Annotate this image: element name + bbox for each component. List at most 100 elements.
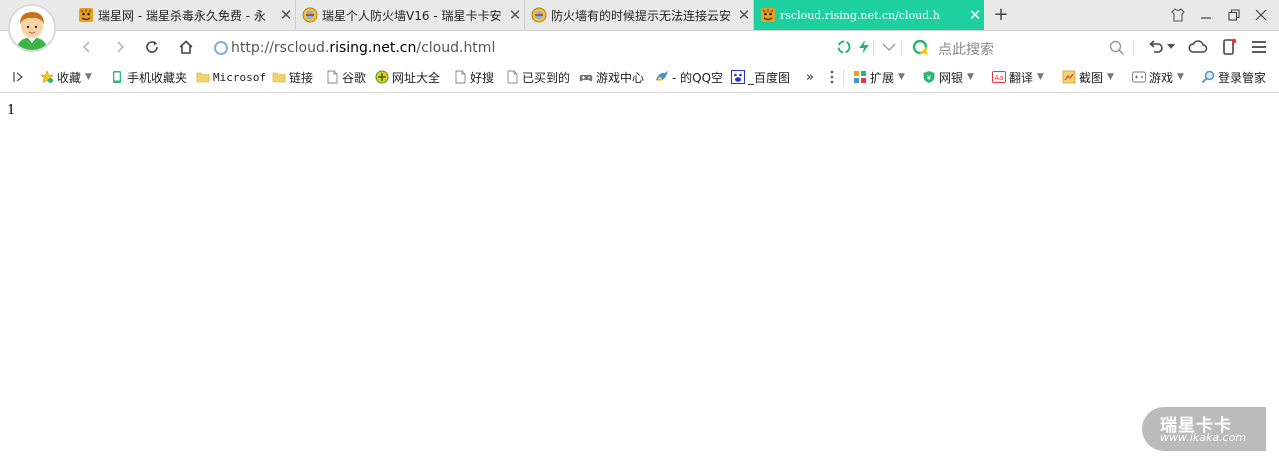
chevron-down-icon: ▼ [1037, 72, 1044, 82]
bookmark-url-directory[interactable]: 网址大全 [375, 69, 440, 85]
bookmarks-more-button[interactable]: » [806, 69, 814, 85]
hamburger-menu-icon [1252, 41, 1266, 53]
tab-close-icon[interactable]: ✕ [506, 6, 524, 24]
game-icon [1132, 71, 1146, 83]
firewall-icon [531, 7, 547, 23]
tab-close-icon[interactable]: ✕ [735, 6, 753, 24]
bank-icon: ¥ [923, 71, 935, 83]
chevron-down-icon: ▼ [85, 72, 92, 82]
tab-bar: 瑞星网 - 瑞星杀毒永久免费 - 永 ✕ 瑞星个人防火墙V16 - 瑞星卡卡安 … [0, 0, 1279, 31]
svg-text:Aa: Aa [994, 74, 1003, 82]
close-window-button[interactable] [1251, 6, 1271, 24]
bookmark-folder-microsoft[interactable]: Microsof [196, 69, 266, 85]
tab-title: 瑞星个人防火墙V16 - 瑞星卡卡安 [322, 8, 502, 23]
restore-button[interactable] [1224, 6, 1244, 24]
search-icon[interactable] [1109, 40, 1125, 56]
mobile-button[interactable] [1219, 37, 1239, 57]
speed-mode-button[interactable] [854, 37, 874, 57]
lightning-icon [859, 40, 869, 54]
search-box[interactable]: 点此搜索 [912, 37, 1127, 59]
bookmark-favorites[interactable]: 收藏 ▼ [40, 69, 92, 85]
tab-firewall-v16[interactable]: 瑞星个人防火墙V16 - 瑞星卡卡安 ✕ [296, 0, 525, 30]
cloud-accel-button[interactable] [834, 37, 854, 57]
back-button[interactable] [77, 37, 97, 57]
tab-title: 防火墙有的时候提示无法连接云安 [551, 8, 732, 23]
more-options-icon[interactable] [829, 69, 835, 85]
skin-icon[interactable] [1168, 6, 1188, 24]
globe-icon [375, 70, 389, 84]
chevron-down-icon: ▼ [1107, 72, 1114, 82]
sidebar-toggle-icon [13, 72, 24, 82]
sidebar-toggle-button[interactable] [12, 69, 26, 85]
search-engine-icon [912, 39, 928, 55]
home-button[interactable] [176, 37, 196, 57]
bookmark-google[interactable]: 谷歌 [325, 69, 366, 85]
user-avatar[interactable] [8, 4, 56, 52]
svg-text:¥: ¥ [927, 74, 932, 82]
bookmark-baidu-image[interactable]: _百度图 [731, 69, 790, 85]
tool-online-banking[interactable]: ¥ 网银 ▼ [922, 69, 974, 85]
bookmark-purchased[interactable]: 已买到的 [505, 69, 570, 85]
main-menu-button[interactable] [1249, 37, 1269, 57]
reload-icon [146, 41, 158, 53]
bookmark-folder-links[interactable]: 链接 [272, 69, 313, 85]
tab-firewall-cloud[interactable]: 防火墙有的时候提示无法连接云安 ✕ [525, 0, 754, 30]
gamepad-icon [579, 75, 593, 82]
cloud-sync-button[interactable] [1188, 37, 1208, 57]
tool-games[interactable]: 游戏 ▼ [1132, 69, 1184, 85]
bookmark-game-center[interactable]: 游戏中心 [579, 69, 644, 85]
folder-icon [272, 72, 286, 83]
chevron-down-icon [882, 43, 896, 51]
recycle-icon [837, 40, 851, 54]
address-dropdown-button[interactable] [879, 37, 899, 57]
phone-icon [1223, 38, 1237, 55]
extension-icon [854, 71, 866, 83]
bookmark-mobile-favorites[interactable]: 手机收藏夹 [110, 69, 187, 85]
watermark-logo: 瑞星卡卡 www.ikaka.com [1142, 407, 1266, 451]
bookmark-haosou[interactable]: 好搜 [453, 69, 494, 85]
undo-icon [1149, 40, 1163, 53]
tab-rising-home[interactable]: 瑞星网 - 瑞星杀毒永久免费 - 永 ✕ [72, 0, 296, 30]
tool-translate[interactable]: Aa 翻译 ▼ [992, 69, 1044, 85]
phone-icon [113, 71, 121, 83]
tab-close-icon[interactable]: ✕ [277, 6, 295, 24]
star-icon [40, 70, 54, 84]
cloud-icon [1188, 40, 1208, 53]
address-bar[interactable]: http://rscloud.rising.net.cn/cloud.html [213, 37, 903, 59]
tab-close-icon[interactable]: ✕ [966, 6, 984, 24]
firewall-icon [302, 7, 318, 23]
arrow-right-icon [117, 41, 125, 53]
page-icon [327, 70, 338, 84]
tool-extensions[interactable]: 扩展 ▼ [853, 69, 905, 85]
page-content: 1 [0, 93, 1279, 457]
caret-down-icon [1167, 44, 1175, 49]
divider [1133, 40, 1134, 56]
tool-screenshot[interactable]: 截图 ▼ [1062, 69, 1114, 85]
new-tab-button[interactable]: + [990, 4, 1012, 25]
chevron-down-icon: ▼ [1177, 72, 1184, 82]
avatar-icon [10, 6, 54, 50]
undo-dropdown-button[interactable] [1166, 37, 1176, 57]
bookmark-qzone[interactable]: - 的QQ空 [655, 69, 723, 85]
divider [901, 40, 902, 56]
qq-icon [656, 71, 668, 81]
page-icon [455, 70, 466, 84]
reload-button[interactable] [142, 37, 162, 57]
translate-icon: Aa [992, 71, 1006, 83]
divider [843, 70, 844, 85]
undo-close-button[interactable] [1146, 37, 1166, 57]
chevron-down-icon: ▼ [967, 72, 974, 82]
login-manager-button[interactable]: 登录管家 [1201, 69, 1266, 85]
forward-button[interactable] [110, 37, 130, 57]
tab-title: 瑞星网 - 瑞星杀毒永久免费 - 永 [98, 8, 266, 23]
url-text: http://rscloud.rising.net.cn/cloud.html [231, 40, 496, 56]
search-input[interactable]: 点此搜索 [938, 39, 994, 59]
tab-rscloud[interactable]: rscloud.rising.net.cn/cloud.h ✕ [754, 0, 984, 30]
bookmarks-bar: 收藏 ▼ 手机收藏夹 Microsof 链接 谷歌 网址大全 好搜 已买到的 游… [0, 63, 1279, 93]
minimize-button[interactable] [1196, 6, 1216, 24]
home-icon [179, 40, 193, 54]
tab-title: rscloud.rising.net.cn/cloud.h [780, 8, 940, 22]
folder-icon [196, 72, 210, 83]
baidu-icon [731, 70, 745, 84]
screenshot-icon [1062, 70, 1076, 84]
